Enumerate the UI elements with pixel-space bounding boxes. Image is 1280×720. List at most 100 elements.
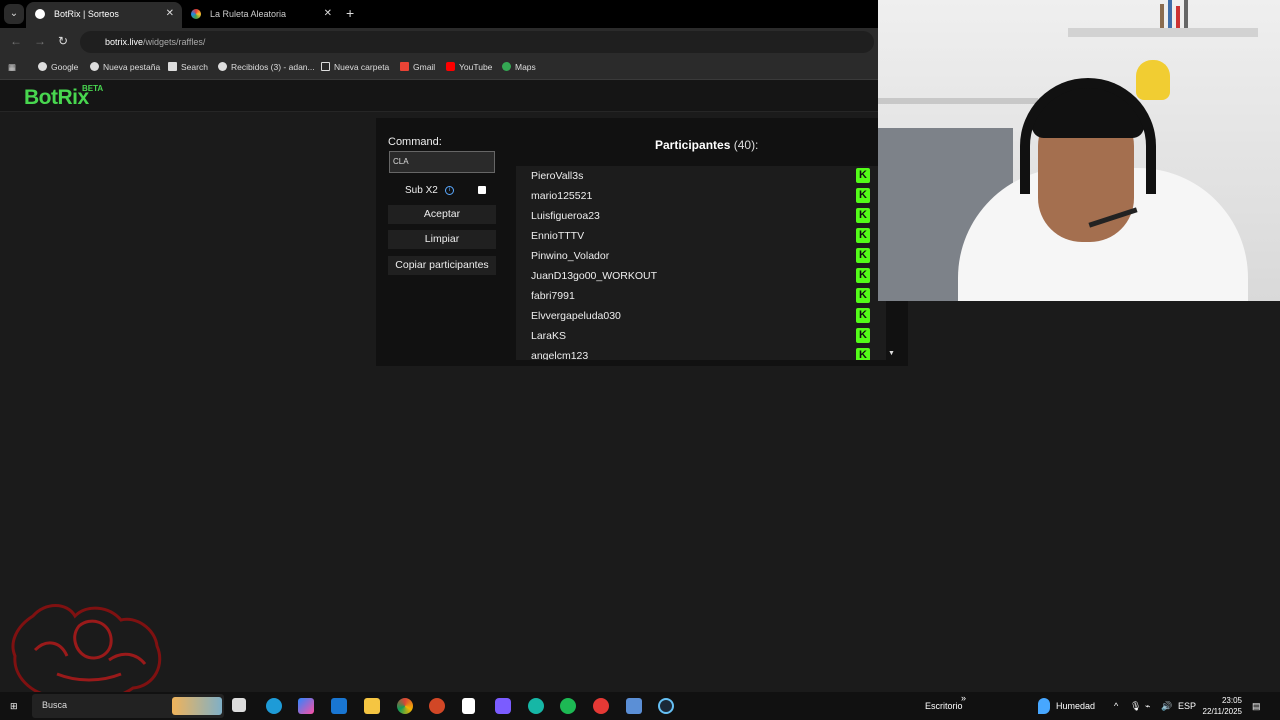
list-item[interactable]: LaraKS K: [516, 326, 876, 346]
copy-participants-button[interactable]: Copiar participantes: [388, 256, 496, 275]
tab-botrix[interactable]: BotRix | Sorteos ✕: [26, 2, 182, 28]
list-item[interactable]: Pinwino_Volador K: [516, 246, 876, 266]
powerpoint-icon[interactable]: [429, 698, 445, 714]
list-item[interactable]: Luisfigueroa23 K: [516, 206, 876, 226]
spotify-icon[interactable]: [560, 698, 576, 714]
accept-button[interactable]: Aceptar: [388, 205, 496, 224]
list-item[interactable]: angelcm123 K: [516, 346, 876, 360]
browser-window: ⌄ BotRix | Sorteos ✕ La Ruleta Aleatoria…: [0, 0, 878, 112]
scroll-down-icon[interactable]: ▼: [888, 350, 895, 357]
kick-icon: K: [856, 168, 870, 183]
kick-icon: K: [856, 328, 870, 343]
botrix-header: BotRix BETA: [0, 80, 878, 112]
bookmark-new-tab[interactable]: Nueva pestaña: [90, 62, 160, 72]
desktop-label[interactable]: Escritorio: [925, 701, 963, 711]
more-icon[interactable]: »: [961, 693, 966, 703]
sub-x2-label: Sub X2: [405, 185, 438, 196]
tab-strip: ⌄ BotRix | Sorteos ✕ La Ruleta Aleatoria…: [0, 0, 878, 28]
steam-icon[interactable]: [658, 698, 674, 714]
participants-title: Participantes (40):: [655, 138, 759, 152]
discord-icon[interactable]: [495, 698, 511, 714]
bookmarks-bar: ▦ Google Nueva pestaña Search Recibidos …: [0, 56, 878, 80]
kick-icon: K: [856, 288, 870, 303]
participants-count: (40):: [733, 138, 759, 152]
address-bar[interactable]: botrix.live/widgets/raffles/: [80, 31, 874, 53]
headset: [1020, 78, 1156, 194]
kick-icon: K: [856, 188, 870, 203]
network-icon[interactable]: ⌁: [1145, 701, 1150, 712]
bookmark-maps[interactable]: Maps: [502, 62, 536, 72]
kick-icon: K: [856, 348, 870, 360]
task-view-icon[interactable]: [232, 698, 246, 712]
windows-taskbar: ⊞ Busca Escritorio » Humedad ^ 🎙 ⌁ 🔊 ESP…: [0, 692, 1280, 720]
obs-icon[interactable]: [593, 698, 609, 714]
apps-icon[interactable]: ▦: [8, 62, 16, 73]
tab-search-button[interactable]: ⌄: [4, 4, 24, 24]
microphone-icon[interactable]: 🎙: [1130, 701, 1141, 712]
shelf: [1068, 28, 1258, 37]
back-icon[interactable]: ←: [10, 34, 22, 48]
browser-toolbar: ← → ↻ botrix.live/widgets/raffles/: [0, 28, 878, 56]
kick-icon: K: [856, 248, 870, 263]
shelf: [878, 98, 1038, 104]
pikachu-figure: [1136, 60, 1170, 100]
bookmark-folder[interactable]: Nueva carpeta: [321, 62, 389, 72]
windows-start-icon[interactable]: ⊞: [10, 700, 22, 712]
taskbar-search-box[interactable]: Busca: [32, 694, 224, 718]
clear-button[interactable]: Limpiar: [388, 230, 496, 249]
participants-list[interactable]: PieroVall3s K mario125521 K Luisfigueroa23…: [516, 166, 886, 360]
weather-humidity-icon: [1038, 698, 1050, 714]
botrix-icon: [35, 9, 45, 19]
close-icon[interactable]: ✕: [324, 2, 332, 26]
system-clock[interactable]: 23:05 22/11/2025: [1202, 695, 1242, 717]
search-placeholder: Busca: [42, 700, 68, 710]
weather-label[interactable]: Humedad: [1056, 701, 1095, 711]
bookmark-search[interactable]: Search: [168, 62, 208, 72]
raffle-widget: Command: CLA Sub X2 i Aceptar Limpiar Co…: [376, 118, 908, 366]
search-highlight-image: [172, 697, 222, 715]
screenshot-app-icon[interactable]: [626, 698, 642, 714]
volume-icon[interactable]: 🔊: [1161, 701, 1172, 712]
kick-icon: K: [856, 208, 870, 223]
webcam-overlay: [878, 0, 1280, 301]
copilot-icon[interactable]: [298, 698, 314, 714]
close-icon[interactable]: ✕: [166, 2, 174, 26]
wheel-icon: [191, 9, 201, 19]
chrome-icon[interactable]: [397, 698, 413, 714]
list-item[interactable]: fabri7991 K: [516, 286, 876, 306]
list-item[interactable]: EnnioTTTV K: [516, 226, 876, 246]
chevron-up-icon[interactable]: ^: [1114, 701, 1118, 711]
list-item[interactable]: mario125521 K: [516, 186, 876, 206]
edge-icon[interactable]: [266, 698, 282, 714]
url-path: /widgets/raffles/: [143, 37, 206, 47]
bookmark-inbox[interactable]: Recibidos (3) - adan...: [218, 62, 315, 72]
notifications-icon[interactable]: ▤: [1252, 701, 1261, 712]
kick-icon: K: [856, 228, 870, 243]
sub-x2-checkbox[interactable]: [478, 186, 486, 194]
document-icon[interactable]: [462, 698, 475, 714]
kick-icon: K: [856, 268, 870, 283]
book: [1168, 0, 1172, 28]
tab-ruleta[interactable]: La Ruleta Aleatoria ✕: [182, 2, 340, 28]
command-input[interactable]: CLA: [389, 151, 495, 173]
list-item[interactable]: JuanD13go00_WORKOUT K: [516, 266, 876, 286]
book: [1160, 4, 1164, 28]
outlook-icon[interactable]: [331, 698, 347, 714]
language-indicator[interactable]: ESP: [1178, 701, 1196, 711]
list-item[interactable]: Elvvergapeluda030 K: [516, 306, 876, 326]
reload-icon[interactable]: ↻: [58, 34, 68, 48]
info-icon[interactable]: i: [445, 186, 454, 195]
url-domain: botrix.live: [105, 37, 144, 47]
tab-title: La Ruleta Aleatoria: [210, 9, 287, 19]
bookmark-gmail[interactable]: Gmail: [400, 62, 435, 72]
list-item[interactable]: PieroVall3s K: [516, 166, 876, 186]
forward-icon[interactable]: →: [34, 34, 46, 48]
botrix-logo[interactable]: BotRix: [24, 86, 89, 110]
tab-title: BotRix | Sorteos: [54, 9, 119, 19]
streaming-app-icon[interactable]: [528, 698, 544, 714]
bookmark-youtube[interactable]: YouTube: [446, 62, 492, 72]
new-tab-icon[interactable]: +: [346, 5, 354, 21]
book: [1176, 6, 1180, 28]
bookmark-google[interactable]: Google: [38, 62, 78, 72]
file-explorer-icon[interactable]: [364, 698, 380, 714]
